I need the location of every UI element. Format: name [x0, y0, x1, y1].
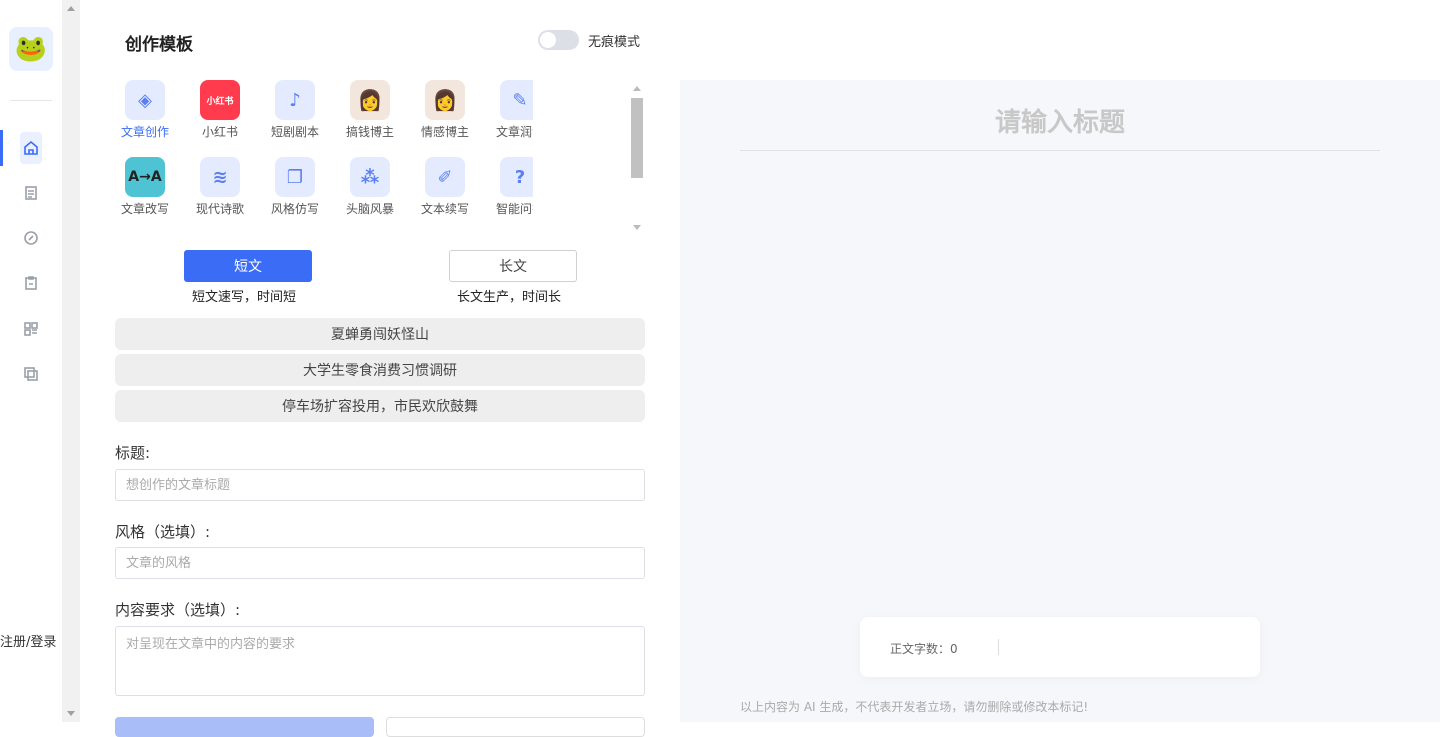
content-textarea[interactable] — [115, 626, 645, 696]
template-short-drama[interactable]: ♪ 短剧剧本 — [263, 80, 327, 140]
generate-button[interactable] — [115, 717, 374, 737]
panel-title: 创作模板 — [125, 35, 193, 55]
nav-active-indicator — [0, 130, 3, 166]
template-label: 文本续写 — [420, 202, 469, 216]
music-icon: ♪ — [275, 80, 315, 120]
count-separator — [998, 639, 999, 655]
sidebar-divider — [10, 100, 52, 101]
title-divider — [740, 150, 1380, 151]
short-mode-desc: 短文速写，时间短 — [192, 290, 297, 305]
template-article[interactable]: ◈ 文章创作 — [113, 80, 177, 140]
sidebar-scrollbar[interactable] — [62, 0, 80, 722]
template-label: 短剧剧本 — [270, 125, 319, 139]
scroll-thumb[interactable] — [631, 98, 643, 178]
avatar-icon: 👩 — [425, 80, 465, 120]
word-count: 正文字数：0 — [890, 642, 958, 656]
style-input[interactable] — [115, 547, 645, 579]
home-icon[interactable] — [20, 137, 42, 159]
template-money-blogger[interactable]: 👩 搞钱博主 — [338, 80, 402, 140]
creation-panel: 创作模板 无痕模式 ◈ 文章创作 小红书 小红书 ♪ 短剧剧本 👩 搞钱博主 👩… — [80, 0, 680, 737]
template-brainstorm[interactable]: ⁂ 头脑风暴 — [338, 157, 402, 217]
template-label: 风格仿写 — [270, 202, 319, 216]
question-icon: ? — [500, 157, 533, 197]
edit-icon: ✐ — [425, 157, 465, 197]
preview-title: 请输入标题 — [994, 108, 1125, 138]
template-label: 文章创作 — [120, 125, 169, 139]
document-icon[interactable] — [20, 182, 42, 204]
template-rewrite[interactable]: A→A 文章改写 — [113, 157, 177, 217]
preview-area: 请输入标题 正文字数：0 以上内容为 AI 生成，不代表开发者立场，请勿删除或修… — [680, 80, 1440, 722]
link-icon[interactable] — [20, 227, 42, 249]
copy-icon[interactable] — [20, 363, 42, 385]
template-label: 情感博主 — [420, 125, 469, 139]
secondary-button[interactable] — [386, 717, 645, 737]
grid-icon[interactable] — [20, 318, 42, 340]
template-imitate[interactable]: ❐ 风格仿写 — [263, 157, 327, 217]
long-mode-desc: 长文生产，时间长 — [457, 290, 562, 305]
pen-icon: ✎ — [500, 80, 533, 120]
files-icon: ❐ — [275, 157, 315, 197]
scroll-down-arrow[interactable] — [67, 711, 75, 716]
suggestion-chip[interactable]: 夏蝉勇闯妖怪山 — [115, 318, 645, 350]
template-qa[interactable]: ? 智能问答 — [488, 157, 533, 217]
people-icon: ⁂ — [350, 157, 390, 197]
app-logo[interactable]: 🐸 — [9, 27, 53, 71]
ai-disclaimer: 以上内容为 AI 生成，不代表开发者立场，请勿删除或修改本标记! — [740, 700, 1089, 714]
incognito-toggle[interactable] — [538, 30, 579, 50]
scroll-up-arrow[interactable] — [67, 6, 75, 11]
template-label: 小红书 — [201, 125, 238, 139]
incognito-label: 无痕模式 — [588, 35, 641, 50]
xiaohongshu-icon: 小红书 — [200, 80, 240, 120]
title-input[interactable] — [115, 469, 645, 501]
suggestion-chip[interactable]: 大学生零食消费习惯调研 — [115, 354, 645, 386]
template-label: 头脑风暴 — [345, 202, 394, 216]
template-xiaohongshu[interactable]: 小红书 小红书 — [188, 80, 252, 140]
article-icon: ◈ — [125, 80, 165, 120]
clipboard-icon[interactable] — [20, 272, 42, 294]
sidebar: 🐸 注册/登录 — [0, 0, 62, 722]
template-emotion-blogger[interactable]: 👩 情感博主 — [413, 80, 477, 140]
template-label: 文章改写 — [120, 202, 169, 216]
template-grid: ◈ 文章创作 小红书 小红书 ♪ 短剧剧本 👩 搞钱博主 👩 情感博主 ✎ 文章… — [113, 80, 533, 235]
template-label: 文章润色 — [495, 125, 533, 139]
word-count-box: 正文字数：0 — [860, 617, 1260, 677]
scroll-down-arrow[interactable] — [633, 225, 641, 230]
fan-icon: ≋ — [200, 157, 240, 197]
template-scrollbar[interactable] — [630, 82, 644, 230]
template-continue[interactable]: ✐ 文本续写 — [413, 157, 477, 217]
content-label: 内容要求（选填）: — [115, 601, 241, 619]
translate-icon: A→A — [125, 157, 165, 197]
template-label: 搞钱博主 — [345, 125, 394, 139]
long-mode-button[interactable]: 长文 — [449, 250, 577, 282]
suggestion-chip[interactable]: 停车场扩容投用，市民欢欣鼓舞 — [115, 390, 645, 422]
template-label: 智能问答 — [495, 202, 533, 216]
template-polish[interactable]: ✎ 文章润色 — [488, 80, 533, 140]
scroll-up-arrow[interactable] — [633, 86, 641, 91]
toggle-knob — [540, 32, 556, 48]
template-poem[interactable]: ≋ 现代诗歌 — [188, 157, 252, 217]
template-label: 现代诗歌 — [195, 202, 244, 216]
short-mode-button[interactable]: 短文 — [184, 250, 312, 282]
avatar-icon: 👩 — [350, 80, 390, 120]
title-label: 标题: — [115, 444, 151, 462]
style-label: 风格（选填）: — [115, 523, 211, 541]
login-link[interactable]: 注册/登录 — [0, 631, 56, 650]
